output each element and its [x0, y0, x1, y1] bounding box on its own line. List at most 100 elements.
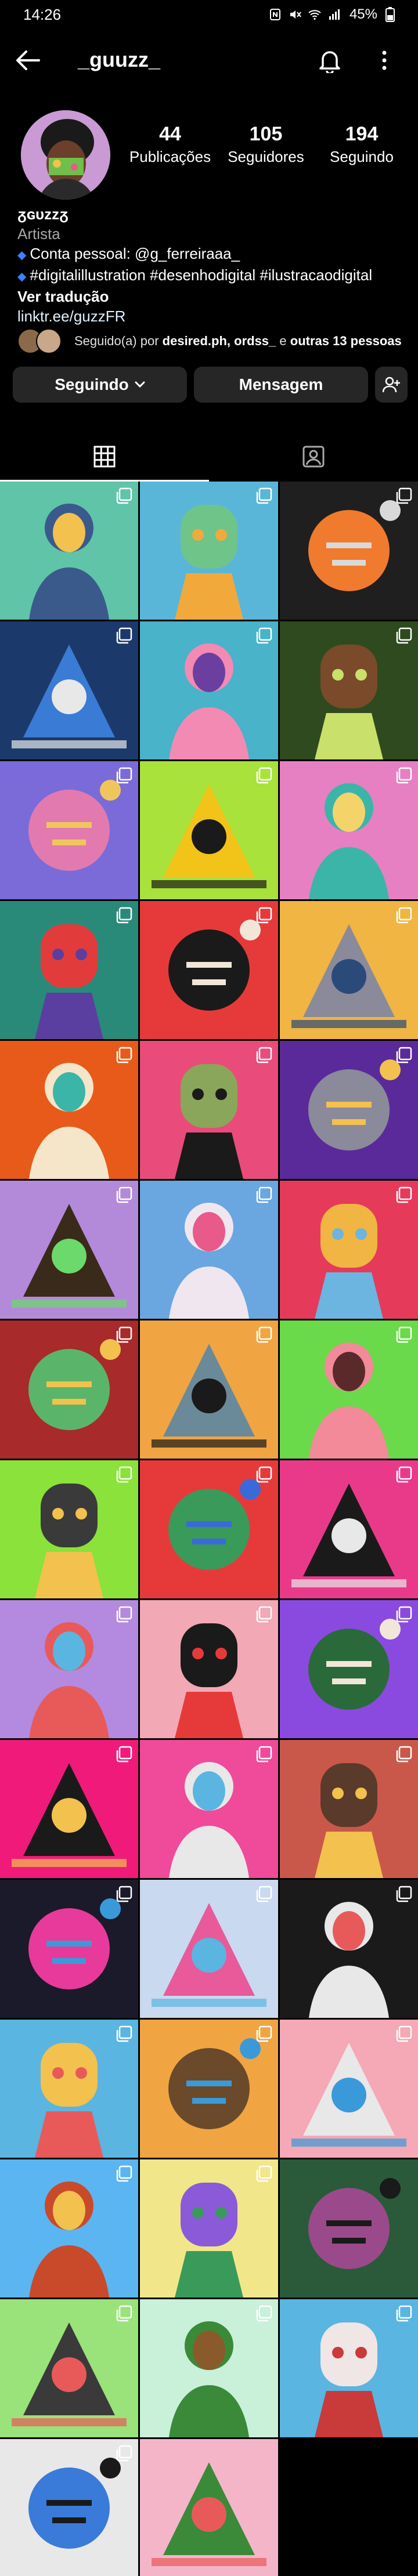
post-thumbnail[interactable]	[0, 1320, 138, 1459]
post-thumbnail[interactable]	[140, 1880, 278, 2018]
carousel-icon	[116, 2445, 132, 2462]
profile-avatar[interactable]	[21, 110, 110, 200]
post-thumbnail[interactable]	[140, 761, 278, 899]
battery-percent: 45%	[349, 6, 377, 22]
suggest-people-button[interactable]	[375, 367, 408, 403]
carousel-icon	[256, 1466, 272, 1483]
carousel-icon	[256, 2165, 272, 2182]
carousel-icon	[116, 2165, 132, 2182]
battery-icon	[385, 7, 395, 22]
post-thumbnail[interactable]	[280, 1740, 418, 1878]
post-thumbnail[interactable]	[140, 621, 278, 759]
stat-followers[interactable]: 105 Seguidores	[222, 123, 309, 166]
message-button[interactable]: Mensagem	[194, 367, 368, 403]
carousel-icon	[396, 1047, 412, 1063]
post-thumbnail[interactable]	[280, 2020, 418, 2158]
post-thumbnail[interactable]	[280, 1320, 418, 1459]
profile-link[interactable]: linktr.ee/guzzFR	[17, 306, 406, 326]
status-icons	[268, 8, 341, 21]
post-thumbnail[interactable]	[280, 482, 418, 620]
post-thumbnail[interactable]	[140, 2020, 278, 2158]
bio-line-2: ◆ #digitalillustration #desenhodigital #i…	[17, 265, 406, 287]
back-button[interactable]	[14, 46, 42, 74]
carousel-icon	[396, 1186, 412, 1203]
carousel-icon	[396, 487, 412, 504]
carousel-icon	[116, 767, 132, 784]
signal-icon	[329, 9, 340, 20]
post-thumbnail[interactable]	[140, 901, 278, 1039]
post-thumbnail[interactable]	[140, 2159, 278, 2298]
tab-tagged[interactable]	[209, 432, 418, 482]
top-bar: _guuzz_	[0, 34, 418, 86]
wifi-icon	[308, 10, 321, 20]
carousel-icon	[256, 907, 272, 924]
post-thumbnail[interactable]	[0, 1740, 138, 1878]
nfc-icon	[269, 9, 280, 20]
post-thumbnail[interactable]	[0, 901, 138, 1039]
post-thumbnail[interactable]	[280, 761, 418, 899]
carousel-icon	[116, 487, 132, 504]
bio-line-2-text: #digitalillustration #desenhodigital #il…	[30, 266, 373, 284]
post-thumbnail[interactable]	[280, 1181, 418, 1319]
followed-names: desired.ph, ordss_	[162, 334, 276, 348]
carousel-icon	[116, 907, 132, 924]
post-thumbnail[interactable]	[140, 2439, 278, 2576]
bell-icon	[319, 51, 340, 73]
post-thumbnail[interactable]	[280, 2299, 418, 2437]
stat-following-count: 194	[345, 123, 379, 145]
post-thumbnail[interactable]	[0, 2159, 138, 2298]
post-thumbnail[interactable]	[0, 761, 138, 899]
post-thumbnail[interactable]	[0, 621, 138, 759]
post-thumbnail[interactable]	[0, 482, 138, 620]
notifications-button[interactable]	[316, 46, 344, 74]
carousel-icon	[256, 1047, 272, 1063]
diamond-icon: ◆	[17, 249, 27, 262]
stat-posts[interactable]: 44 Publicações	[127, 123, 214, 166]
add-person-icon	[383, 377, 400, 393]
profile-display-name: ᵹɢᴜᴢᴢᵹ	[17, 205, 69, 223]
post-thumbnail[interactable]	[140, 1320, 278, 1459]
followed-by[interactable]: Seguido(a) por desired.ph, ordss_ e outr…	[17, 327, 406, 355]
post-thumbnail[interactable]	[140, 1460, 278, 1598]
post-thumbnail[interactable]	[280, 901, 418, 1039]
following-button[interactable]: Seguindo	[13, 367, 187, 403]
status-right: 45%	[268, 6, 395, 23]
carousel-icon	[256, 1746, 272, 1763]
post-thumbnail[interactable]	[280, 621, 418, 759]
tab-posts[interactable]	[0, 432, 209, 482]
post-thumbnail[interactable]	[140, 2299, 278, 2437]
post-thumbnail[interactable]	[280, 2159, 418, 2298]
post-thumbnail[interactable]	[0, 1600, 138, 1738]
carousel-icon	[116, 2305, 132, 2322]
post-thumbnail[interactable]	[280, 1600, 418, 1738]
carousel-icon	[396, 2025, 412, 2042]
post-thumbnail[interactable]	[0, 1880, 138, 2018]
post-thumbnail[interactable]	[280, 1880, 418, 2018]
carousel-icon	[396, 1746, 412, 1763]
post-thumbnail[interactable]	[0, 1041, 138, 1179]
see-translation-link[interactable]: Ver tradução	[17, 287, 406, 306]
post-thumbnail[interactable]	[140, 1041, 278, 1179]
carousel-icon	[116, 1326, 132, 1343]
post-thumbnail[interactable]	[0, 2020, 138, 2158]
post-thumbnail[interactable]	[0, 2299, 138, 2437]
post-thumbnail[interactable]	[280, 1460, 418, 1598]
profile-actions: Seguindo Mensagem	[13, 367, 408, 403]
carousel-icon	[256, 1326, 272, 1343]
status-time: 14:26	[23, 5, 62, 23]
message-button-label: Mensagem	[239, 375, 323, 393]
carousel-icon	[116, 1186, 132, 1203]
followed-by-text: Seguido(a) por desired.ph, ordss_ e outr…	[74, 334, 402, 349]
more-options-button[interactable]	[373, 46, 396, 74]
post-thumbnail[interactable]	[0, 1181, 138, 1319]
post-thumbnail[interactable]	[0, 2439, 138, 2576]
stat-following[interactable]: 194 Seguindo	[318, 123, 405, 166]
post-thumbnail[interactable]	[140, 1181, 278, 1319]
post-thumbnail[interactable]	[0, 1460, 138, 1598]
post-thumbnail[interactable]	[140, 1600, 278, 1738]
post-thumbnail[interactable]	[140, 1740, 278, 1878]
post-thumbnail[interactable]	[280, 1041, 418, 1179]
post-thumbnail[interactable]	[140, 482, 278, 620]
carousel-icon	[396, 1606, 412, 1623]
carousel-icon	[396, 767, 412, 784]
